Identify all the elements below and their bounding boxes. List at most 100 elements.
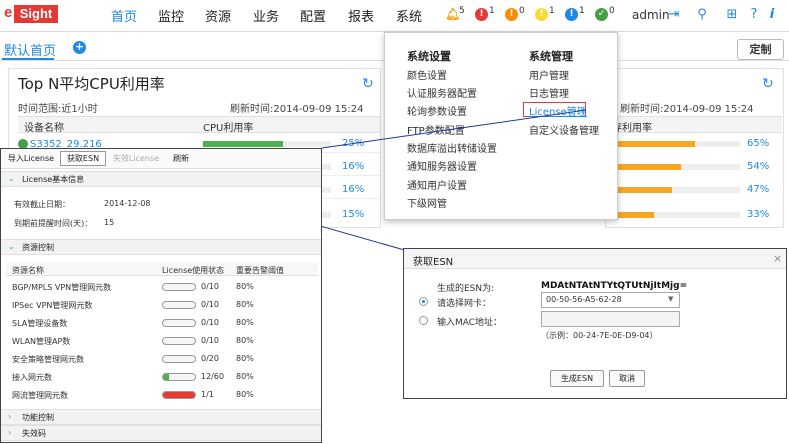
threshold-value: 80% [236, 354, 254, 363]
esight-logo[interactable]: e Sight [4, 4, 58, 24]
alarm-warning[interactable]: ! 1 [565, 6, 585, 24]
add-tab-icon[interactable]: + [73, 41, 86, 54]
widget-title: Top N平均CPU利用率 [18, 75, 165, 93]
refresh-time: 刷新时间:2014-09-09 15:24 [620, 104, 754, 115]
get-esn-button[interactable]: 获取ESN [60, 151, 106, 166]
resource-name: IPSec VPN管理网元数 [12, 301, 93, 310]
cancel-button[interactable]: 取消 [609, 370, 645, 387]
memory-bar [612, 212, 740, 218]
memory-bar [612, 187, 740, 193]
usage-count: 0/10 [201, 300, 219, 309]
refresh-icon[interactable]: ↻ [762, 76, 774, 92]
threshold-value: 80% [236, 300, 254, 309]
import-license-button[interactable]: 导入License [4, 151, 58, 166]
nav-system[interactable]: 系统 [396, 6, 422, 25]
dialog-titlebar [404, 249, 786, 269]
refresh-time: 刷新时间:2014-09-09 15:24 [230, 104, 364, 115]
threshold-value: 80% [236, 390, 254, 399]
nic-select[interactable]: 00-50-56-A5-62-28 [541, 292, 680, 308]
generate-esn-button[interactable]: 生成ESN [550, 370, 604, 387]
mac-example: （示例：00-24-7E-0E-D9-04） [541, 331, 658, 340]
bell-icon: 🔔︎ [445, 7, 461, 21]
usage-count: 0/20 [201, 354, 219, 363]
collapse-icon[interactable]: ⌄ [8, 174, 15, 183]
menu-item-db-overflow[interactable]: 数据库溢出转储设置 [407, 140, 497, 155]
dialog-title: 获取ESN [413, 257, 454, 268]
nav-resource[interactable]: 资源 [205, 6, 231, 25]
menu-item-polling-params[interactable]: 轮询参数设置 [407, 103, 467, 118]
alarm-major[interactable]: ! 0 [505, 6, 525, 24]
resource-name: SLA管理设备数 [12, 319, 68, 328]
table-header [18, 116, 380, 133]
menu-item-log-management[interactable]: 日志管理 [529, 85, 569, 100]
chevron-down-icon[interactable]: ▼ [668, 295, 673, 303]
nav-home[interactable]: 首页 [111, 6, 137, 25]
remind-days-value: 15 [104, 218, 115, 227]
nav-config[interactable]: 配置 [300, 6, 326, 25]
alarm-critical[interactable]: ! 1 [475, 6, 495, 24]
major-alarm-icon: ! [505, 8, 518, 21]
close-icon[interactable]: × [773, 252, 782, 265]
menu-item-ftp-params[interactable]: FTP参数配置 [407, 122, 465, 137]
warning-alarm-icon: ! [565, 8, 578, 21]
nav-report[interactable]: 报表 [348, 6, 374, 25]
usage-count: 0/10 [201, 282, 219, 291]
usage-bar [162, 337, 196, 345]
section-resource-control-title: 资源控制 [22, 243, 54, 252]
expand-icon[interactable]: › [8, 428, 11, 437]
generated-esn-value: MDAtNTAtNTYtQTUtNjItMjg= [541, 281, 688, 291]
alarm-minor[interactable]: ! 1 [535, 6, 555, 24]
nav-service[interactable]: 业务 [253, 6, 279, 25]
menu-item-notify-user[interactable]: 通知用户设置 [407, 177, 467, 192]
section-basic-info-title: License基本信息 [22, 175, 85, 184]
usage-bar [162, 319, 196, 327]
help-icon[interactable]: ? [746, 7, 762, 23]
refresh-button[interactable]: 刷新 [166, 151, 196, 166]
usage-bar-fill [163, 374, 170, 380]
menu-item-license-management[interactable]: License管理 [529, 103, 587, 118]
invalidate-license-button[interactable]: 失效License [110, 151, 162, 166]
menu-item-color-settings[interactable]: 颜色设置 [407, 67, 447, 82]
topology-icon[interactable]: ⊞ [724, 7, 740, 23]
info-icon[interactable]: i [764, 7, 780, 23]
col-memory: 存利用率 [612, 123, 652, 134]
usage-bar-fill [163, 392, 195, 398]
section-invalid-code[interactable] [1, 425, 321, 441]
cpu-percent: 16% [342, 161, 365, 172]
alarm-bell[interactable]: 🔔︎5 [445, 6, 465, 24]
nav-monitor[interactable]: 监控 [158, 6, 184, 25]
time-range: 时间范围:近1小时 [18, 104, 98, 115]
mac-radio[interactable] [419, 316, 428, 325]
memory-percent: 33% [747, 209, 770, 220]
memory-bar-fill [612, 187, 673, 193]
menu-item-user-management[interactable]: 用户管理 [529, 67, 569, 82]
refresh-icon[interactable]: ↻ [362, 76, 374, 92]
collapse-icon[interactable]: ⌄ [8, 242, 15, 251]
col-license-usage: License使用状态 [162, 266, 225, 275]
memory-percent: 65% [747, 138, 770, 149]
customize-button[interactable]: 定制 [737, 39, 784, 60]
resource-name: 网流管理网元数 [12, 391, 68, 400]
nic-radio[interactable] [419, 297, 428, 306]
nic-label: 请选择网卡： [437, 299, 492, 309]
col-cpu: CPU利用率 [203, 123, 254, 134]
tab-default-home[interactable]: 默认首页 [4, 40, 56, 59]
threshold-value: 80% [236, 282, 254, 291]
cpu-bar [203, 141, 331, 147]
resource-name: WLAN管理AP数 [12, 337, 71, 346]
generated-esn-label: 生成的ESN为: [437, 284, 495, 294]
alarm-info[interactable]: ✓ 0 [595, 6, 615, 24]
search-icon[interactable]: ⚲ [694, 7, 710, 23]
menu-item-sub-nms[interactable]: 下级网管 [407, 195, 447, 210]
expand-icon[interactable]: › [8, 412, 11, 421]
menu-item-custom-device[interactable]: 自定义设备管理 [529, 122, 599, 137]
memory-bar [612, 164, 740, 170]
critical-alarm-icon: ! [475, 8, 488, 21]
mac-address-input[interactable] [541, 311, 680, 327]
menu-item-auth-server[interactable]: 认证服务器配置 [407, 85, 477, 100]
section-function-control-title: 功能控制 [22, 413, 54, 422]
menu-item-notify-server[interactable]: 通知服务器设置 [407, 158, 477, 173]
logout-icon[interactable]: ⇥ [666, 7, 682, 23]
user-name[interactable]: admin [632, 8, 670, 22]
usage-count: 0/10 [201, 318, 219, 327]
